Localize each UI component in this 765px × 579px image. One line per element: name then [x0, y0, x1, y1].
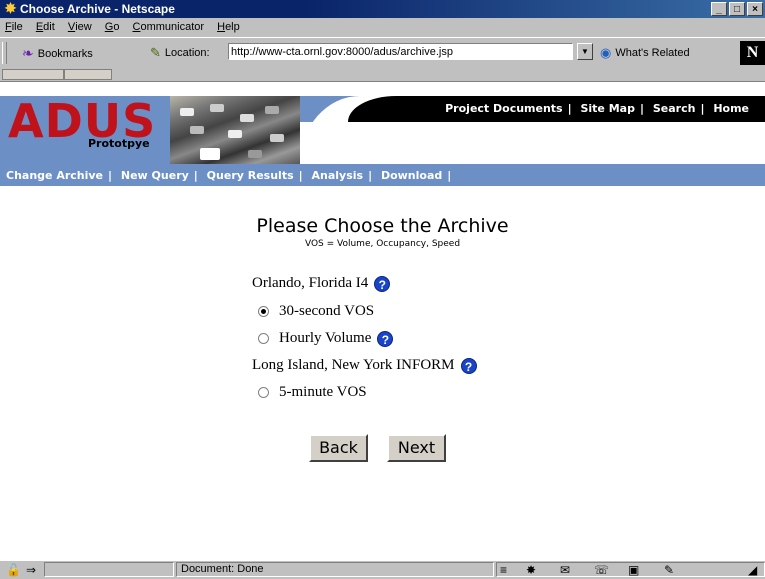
- discussion-icon[interactable]: ☏: [594, 563, 609, 577]
- menu-go[interactable]: Go: [100, 19, 125, 33]
- radio-5-minute-vos[interactable]: [258, 387, 269, 398]
- location-icon[interactable]: ✎: [150, 45, 161, 61]
- next-button[interactable]: Next: [387, 434, 446, 462]
- netscape-logo[interactable]: N: [740, 41, 765, 65]
- menu-file[interactable]: File: [0, 19, 28, 33]
- grip-icon: ≡: [500, 563, 508, 577]
- collapsed-toolbar-tabs: [0, 68, 765, 82]
- radio-30-second-vos[interactable]: [258, 306, 269, 317]
- help-icon[interactable]: ?: [460, 357, 477, 374]
- option-30-second-vos[interactable]: 30-second VOS: [258, 303, 374, 320]
- whats-related-icon: ◉: [600, 45, 612, 60]
- help-icon[interactable]: ?: [374, 275, 391, 292]
- page-content: ADUS Prototpye Project Documents | Site M…: [0, 82, 765, 560]
- nav-site-map[interactable]: Site Map: [580, 102, 634, 115]
- nav-home[interactable]: Home: [713, 102, 749, 115]
- composer-icon[interactable]: ✎: [664, 563, 674, 577]
- location-label: ✎ Location:: [150, 45, 210, 61]
- nav-analysis[interactable]: Analysis: [312, 169, 364, 182]
- collapsed-toolbar-tab[interactable]: [64, 69, 112, 80]
- url-input[interactable]: http://www-cta.ornl.gov:8000/adus/archiv…: [228, 43, 573, 60]
- nav-project-documents[interactable]: Project Documents: [445, 102, 562, 115]
- nav-download[interactable]: Download: [381, 169, 442, 182]
- navigator-icon[interactable]: ✸: [526, 563, 536, 577]
- progress-cell: [44, 562, 174, 577]
- menu-help[interactable]: Help: [212, 19, 245, 33]
- security-lock-icon[interactable]: 🔓: [6, 563, 21, 577]
- whats-related-label: What's Related: [615, 47, 690, 59]
- menu-bar: File Edit View Go Communicator Help: [0, 19, 765, 37]
- radio-hourly-volume[interactable]: [258, 333, 269, 344]
- option-5-minute-vos[interactable]: 5-minute VOS: [258, 384, 367, 401]
- nav-new-query[interactable]: New Query: [121, 169, 189, 182]
- page-title: Please Choose the Archive: [256, 215, 509, 237]
- window-title: Choose Archive - Netscape: [20, 2, 175, 16]
- menu-edit[interactable]: Edit: [31, 19, 60, 33]
- netscape-app-icon: ✸: [4, 0, 17, 16]
- status-bar: 🔓 ⇒ Document: Done ≡ ✸ ✉ ☏ ▣ ✎ ◢: [0, 560, 765, 579]
- address-book-icon[interactable]: ▣: [628, 563, 639, 577]
- mail-icon[interactable]: ✉: [560, 563, 570, 577]
- url-dropdown-button[interactable]: ▼: [577, 43, 593, 60]
- menu-communicator[interactable]: Communicator: [128, 19, 210, 33]
- resize-grip-icon[interactable]: ◢: [748, 563, 757, 577]
- whats-related-button[interactable]: ◉ What's Related: [600, 45, 690, 61]
- minimize-button[interactable]: _: [711, 2, 727, 16]
- top-navigation: Project Documents | Site Map | Search | Hom…: [300, 96, 765, 164]
- back-button[interactable]: Back: [309, 434, 368, 462]
- browser-window: ✸ Choose Archive - Netscape _ □ × File E…: [0, 0, 765, 579]
- page-subtitle: VOS = Volume, Occupancy, Speed: [304, 239, 461, 249]
- option-hourly-volume[interactable]: Hourly Volume ?: [258, 330, 394, 347]
- title-bar: ✸ Choose Archive - Netscape _ □ ×: [0, 0, 765, 18]
- status-text: Document: Done: [176, 562, 494, 577]
- bookmarks-label: Bookmarks: [37, 47, 93, 60]
- nav-query-results[interactable]: Query Results: [207, 169, 294, 182]
- connection-icon: ⇒: [26, 563, 37, 577]
- close-button[interactable]: ×: [747, 2, 763, 16]
- group-label-long-island: Long Island, New York INFORM ?: [252, 357, 477, 374]
- help-icon[interactable]: ?: [377, 330, 394, 347]
- bookmarks-button[interactable]: ❧ Bookmarks: [22, 45, 93, 62]
- group-label-orlando: Orlando, Florida I4 ?: [252, 275, 391, 292]
- location-text: Location:: [164, 47, 210, 59]
- nav-change-archive[interactable]: Change Archive: [6, 169, 103, 182]
- location-toolbar: ❧ Bookmarks ✎ Location: http://www-cta.o…: [0, 37, 765, 69]
- toolbar-grip[interactable]: [2, 42, 7, 64]
- maximize-button[interactable]: □: [729, 2, 745, 16]
- menu-view[interactable]: View: [63, 19, 97, 33]
- nav-search[interactable]: Search: [653, 102, 696, 115]
- traffic-photo: [170, 96, 300, 164]
- bookmarks-icon: ❧: [22, 45, 34, 61]
- logo-subtitle: Prototpye: [88, 137, 150, 150]
- sub-navigation: Change Archive | New Query | Query Results…: [0, 164, 765, 186]
- collapsed-toolbar-tab[interactable]: [2, 69, 64, 80]
